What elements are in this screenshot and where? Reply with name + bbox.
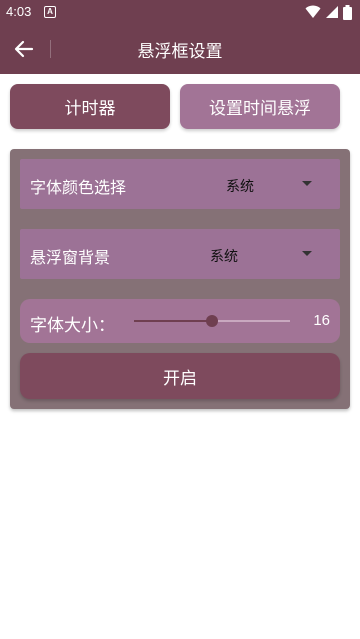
font-size-slider-fill: [134, 320, 212, 322]
wifi-icon: [305, 5, 321, 18]
window-background-value: 系统: [210, 249, 238, 265]
font-size-slider[interactable]: [134, 315, 290, 327]
font-size-value: 16: [313, 312, 330, 329]
dropdown-arrow-icon: [302, 181, 312, 186]
window-background-label: 悬浮窗背景: [30, 248, 111, 267]
dropdown-arrow-icon: [302, 251, 312, 256]
start-button[interactable]: 开启: [20, 353, 340, 399]
battery-icon: [343, 4, 352, 20]
status-time: 4:03: [6, 4, 32, 19]
page-title: 悬浮框设置: [137, 42, 223, 62]
settings-panel: 字体颜色选择 系统 悬浮窗背景 系统 字体大小： 16 开启: [10, 149, 350, 409]
font-color-label: 字体颜色选择: [30, 178, 127, 197]
status-icons: [305, 4, 352, 20]
font-size-row: 字体大小： 16: [20, 299, 340, 343]
window-background-select[interactable]: 悬浮窗背景 系统: [20, 229, 340, 279]
font-color-select[interactable]: 字体颜色选择 系统: [20, 159, 340, 209]
font-size-slider-thumb[interactable]: [206, 315, 218, 327]
font-color-value: 系统: [226, 179, 254, 195]
a-notification-icon: A: [44, 6, 56, 18]
timer-tab-button[interactable]: 计时器: [10, 84, 170, 129]
font-size-label: 字体大小：: [30, 316, 115, 336]
set-time-float-tab-button[interactable]: 设置时间悬浮: [180, 84, 340, 129]
status-bar: 4:03 A: [0, 0, 360, 24]
signal-icon: [326, 6, 338, 18]
app-bar: 悬浮框设置: [0, 24, 360, 74]
